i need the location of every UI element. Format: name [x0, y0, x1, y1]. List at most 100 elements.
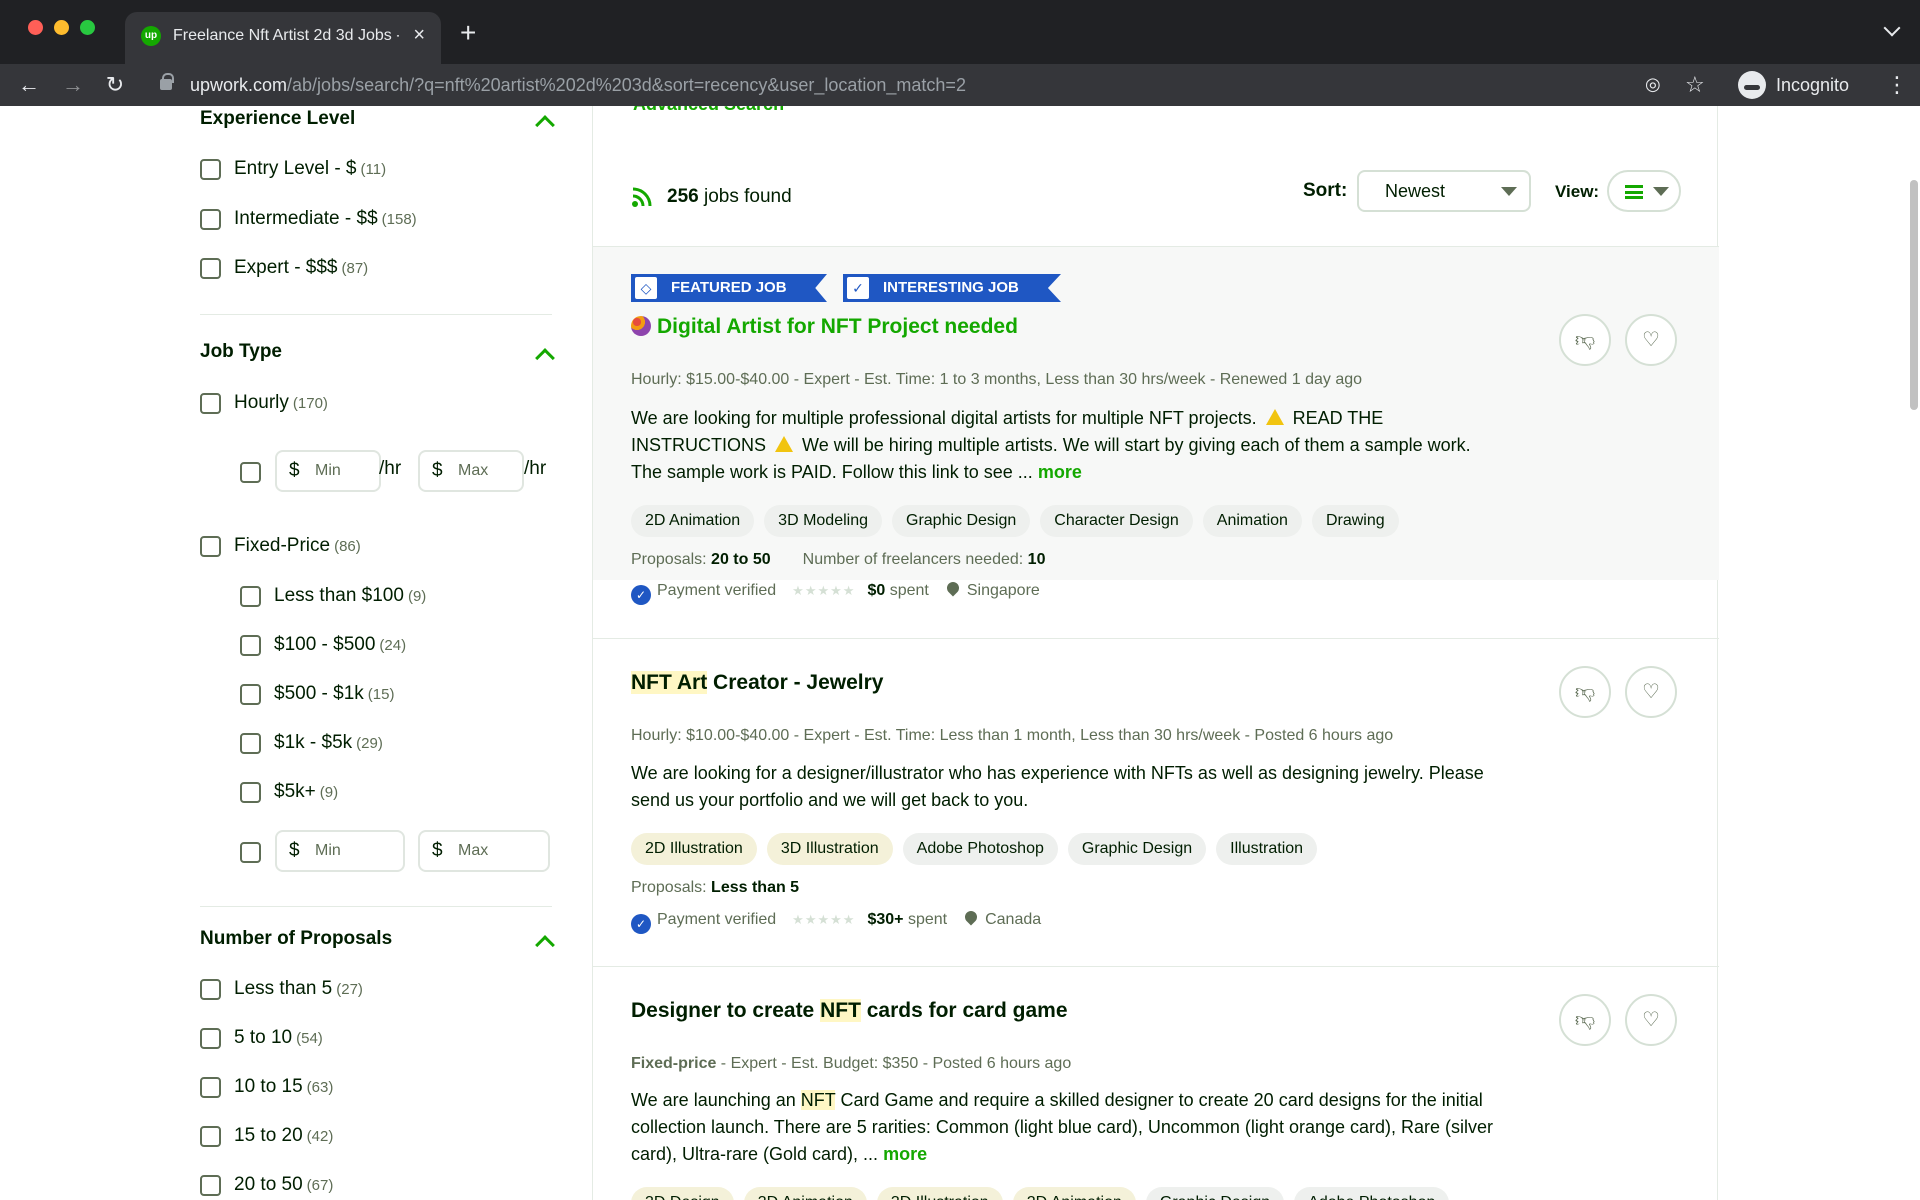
skill-tag[interactable]: 3D Illustration [876, 1187, 1003, 1200]
skill-tag[interactable]: 2D Illustration [631, 833, 757, 865]
skill-tag[interactable]: 3D Design [631, 1187, 734, 1200]
skill-tag[interactable]: Character Design [1040, 505, 1193, 537]
skill-tag[interactable]: Graphic Design [892, 505, 1031, 537]
job-title-link[interactable]: Digital Artist for NFT Project needed [631, 313, 1018, 341]
forward-arrow-icon[interactable]: → [58, 70, 88, 100]
checkbox-hourly-range[interactable] [240, 462, 261, 483]
checkbox-intermediate[interactable] [200, 209, 221, 230]
job-card[interactable]: NFT Art Creator - Jewelry Hourly: $10.00… [593, 638, 1719, 966]
skill-tag[interactable]: 3D Modeling [764, 505, 882, 537]
per-hour-label: /hr [524, 458, 547, 479]
tab-search-chevron-icon[interactable] [1883, 19, 1901, 37]
address-bar[interactable]: upwork.com/ab/jobs/search/?q=nft%20artis… [190, 74, 966, 96]
rss-icon[interactable] [631, 186, 653, 208]
job-title-link[interactable]: Designer to create NFT cards for card ga… [631, 997, 1068, 1025]
hourly-min-input[interactable]: $ Min [275, 450, 381, 492]
option-label: Hourly (170) [234, 392, 328, 413]
view-label: View: [1555, 182, 1600, 201]
job-card[interactable]: Designer to create NFT cards for card ga… [593, 966, 1719, 1200]
caret-down-icon [1653, 187, 1669, 196]
checkbox-20-to-50[interactable] [200, 1175, 221, 1196]
job-description: We are launching an NFT Card Game and re… [631, 1090, 1494, 1164]
divider [200, 314, 552, 315]
advanced-search-link[interactable]: Advanced Search [633, 106, 784, 115]
option-label: $500 - $1k (15) [274, 683, 395, 704]
skill-tag[interactable]: Graphic Design [1145, 1187, 1285, 1200]
checkbox-hourly[interactable] [200, 393, 221, 414]
placeholder: Min [315, 842, 341, 859]
checkbox-fixed-price[interactable] [200, 536, 221, 557]
back-arrow-icon[interactable]: ← [14, 70, 44, 100]
skill-tag[interactable]: Graphic Design [1067, 833, 1207, 865]
checkbox-less-than-100[interactable] [240, 586, 261, 607]
checkbox-100-500[interactable] [240, 635, 261, 656]
eye-off-icon[interactable]: ◎ [1645, 74, 1661, 95]
option-label: Intermediate - $$ (158) [234, 208, 417, 229]
minimize-window-button[interactable] [54, 20, 69, 35]
skill-tag[interactable]: Adobe Photoshop [902, 833, 1058, 865]
checkbox-less-than-5[interactable] [200, 979, 221, 1000]
heart-icon[interactable]: ♡ [1625, 314, 1677, 366]
dollar-sign: $ [432, 460, 443, 481]
featured-job-badge: ◇ FEATURED JOB [631, 274, 827, 302]
warning-icon [1265, 409, 1284, 425]
checkbox-500-1k[interactable] [240, 684, 261, 705]
caret-down-icon [1501, 187, 1517, 196]
option-label: $100 - $500 (24) [274, 634, 407, 655]
hourly-max-input[interactable]: $ Max [418, 450, 524, 492]
checkmark-icon: ✓ [847, 277, 869, 299]
browser-tab[interactable]: up Freelance Nft Artist 2d 3d Jobs - Upw… [125, 12, 441, 64]
verified-check-icon: ✓ [631, 585, 651, 605]
job-meta: Hourly: $15.00-$40.00 - Expert - Est. Ti… [631, 371, 1363, 388]
checkbox-entry-level[interactable] [200, 159, 221, 180]
checkbox-5-to-10[interactable] [200, 1028, 221, 1049]
maximize-window-button[interactable] [80, 20, 95, 35]
bookmark-star-icon[interactable]: ☆ [1685, 72, 1705, 98]
skill-tags: 3D Design 3D Animation 3D Illustration 2… [631, 1187, 1450, 1200]
chevron-up-icon[interactable] [535, 348, 555, 368]
fixed-min-input[interactable]: $ Min [275, 830, 405, 872]
job-card[interactable]: ◇ FEATURED JOB ✓ INTERESTING JOB Digital… [593, 246, 1719, 580]
skill-tag[interactable]: Animation [1202, 505, 1302, 537]
option-label: $1k - $5k (29) [274, 732, 383, 753]
checkbox-1k-5k[interactable] [240, 733, 261, 754]
more-link[interactable]: more [1038, 462, 1082, 482]
reload-icon[interactable]: ↻ [100, 70, 130, 100]
chevron-up-icon[interactable] [535, 115, 555, 135]
heart-icon[interactable]: ♡ [1625, 666, 1677, 718]
heart-icon[interactable]: ♡ [1625, 994, 1677, 1046]
browser-menu-icon[interactable]: ⋮ [1886, 72, 1908, 98]
chevron-up-icon[interactable] [535, 935, 555, 955]
more-link[interactable]: more [883, 1144, 927, 1164]
url-path: /ab/jobs/search/?q=nft%20artist%202d%203… [287, 75, 966, 95]
skill-tag[interactable]: Adobe Photoshop [1294, 1187, 1450, 1200]
diamond-icon: ◇ [635, 277, 657, 299]
checkbox-expert[interactable] [200, 258, 221, 279]
job-description: We are looking for multiple professional… [631, 408, 1471, 482]
thumbs-down-icon[interactable]: 👎︎ [1559, 314, 1611, 366]
option-label: 15 to 20 (42) [234, 1125, 334, 1146]
skill-tag[interactable]: 2D Animation [1012, 1187, 1136, 1200]
skill-tag[interactable]: 2D Animation [631, 505, 755, 537]
lock-icon[interactable] [160, 73, 174, 90]
palette-icon [631, 316, 651, 336]
skill-tag[interactable]: 3D Illustration [766, 833, 893, 865]
skill-tag[interactable]: 3D Animation [743, 1187, 867, 1200]
close-tab-icon[interactable]: × [413, 23, 425, 47]
view-toggle[interactable] [1607, 170, 1681, 212]
thumbs-down-icon[interactable]: 👎︎ [1559, 994, 1611, 1046]
url-host: upwork.com [190, 75, 288, 95]
sort-select[interactable]: Newest [1357, 170, 1531, 212]
checkbox-5k-plus[interactable] [240, 782, 261, 803]
close-window-button[interactable] [28, 20, 43, 35]
checkbox-15-to-20[interactable] [200, 1126, 221, 1147]
scrollbar-thumb[interactable] [1910, 180, 1918, 410]
skill-tag[interactable]: Drawing [1311, 505, 1399, 537]
job-title-link[interactable]: NFT Art Creator - Jewelry [631, 669, 883, 697]
checkbox-10-to-15[interactable] [200, 1077, 221, 1098]
thumbs-down-icon[interactable]: 👎︎ [1559, 666, 1611, 718]
fixed-max-input[interactable]: $ Max [418, 830, 550, 872]
skill-tag[interactable]: Illustration [1216, 833, 1318, 865]
checkbox-fixed-range[interactable] [240, 842, 261, 863]
new-tab-icon[interactable]: + [460, 18, 476, 48]
